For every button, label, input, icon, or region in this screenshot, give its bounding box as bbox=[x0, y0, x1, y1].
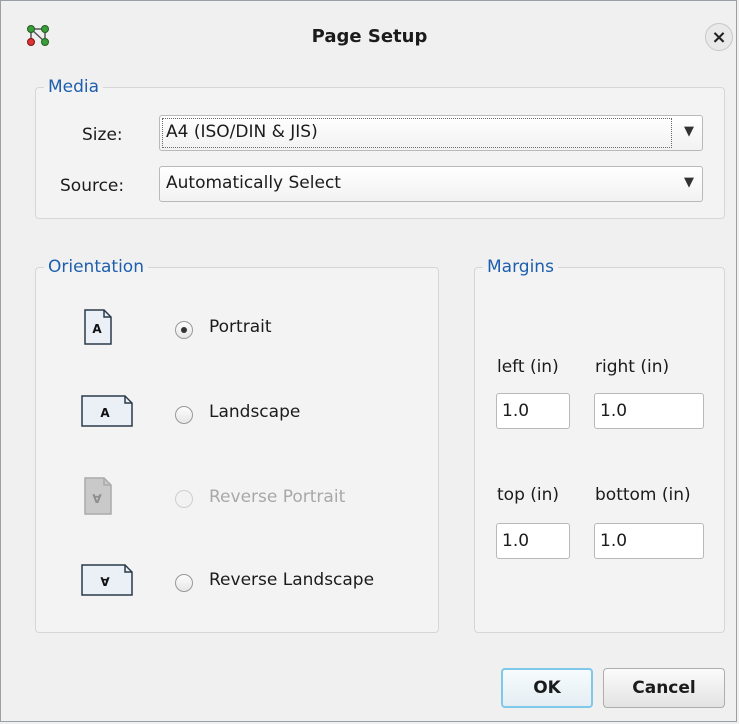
source-label: Source: bbox=[60, 176, 125, 196]
cancel-button[interactable]: Cancel bbox=[603, 668, 725, 708]
left-margin-label: left (in) bbox=[497, 357, 559, 377]
landscape-page-icon: A bbox=[81, 395, 133, 427]
left-margin-field[interactable] bbox=[496, 393, 570, 429]
margins-group: Margins bbox=[474, 257, 725, 633]
right-margin-label: right (in) bbox=[595, 357, 670, 377]
top-margin-input[interactable] bbox=[502, 526, 568, 556]
reverse-portrait-label: Reverse Portrait bbox=[209, 487, 346, 507]
orientation-legend: Orientation bbox=[48, 257, 144, 277]
reverse-portrait-radio bbox=[175, 490, 193, 508]
top-margin-label: top (in) bbox=[497, 485, 560, 505]
close-button[interactable]: × bbox=[705, 23, 733, 51]
landscape-radio[interactable] bbox=[175, 406, 193, 424]
reverse-landscape-radio[interactable] bbox=[175, 574, 193, 592]
portrait-label[interactable]: Portrait bbox=[209, 317, 272, 337]
portrait-icon-glyph: A bbox=[92, 322, 102, 336]
reverse-portrait-icon-glyph: ∀ bbox=[92, 492, 102, 506]
page-setup-dialog: Page Setup × Media Size: A4 (ISO/DIN & J… bbox=[0, 0, 737, 722]
bottom-margin-label: bottom (in) bbox=[595, 485, 691, 505]
left-margin-input[interactable] bbox=[502, 396, 568, 426]
right-margin-field[interactable] bbox=[594, 393, 704, 429]
margins-legend: Margins bbox=[487, 257, 554, 277]
reverse-landscape-icon-glyph: ∀ bbox=[100, 575, 110, 589]
title-bar: Page Setup × bbox=[1, 1, 738, 65]
size-value: A4 (ISO/DIN & JIS) bbox=[166, 122, 318, 142]
reverse-landscape-page-icon: ∀ bbox=[81, 564, 133, 596]
reverse-landscape-label[interactable]: Reverse Landscape bbox=[209, 570, 374, 590]
chevron-down-icon: ▼ bbox=[684, 175, 694, 190]
reverse-portrait-page-icon: ∀ bbox=[84, 477, 112, 515]
ok-button[interactable]: OK bbox=[501, 668, 593, 708]
portrait-radio[interactable] bbox=[175, 321, 193, 339]
bottom-margin-field[interactable] bbox=[594, 523, 704, 559]
size-label: Size: bbox=[82, 125, 123, 145]
bottom-margin-input[interactable] bbox=[600, 526, 700, 556]
chevron-down-icon: ▼ bbox=[684, 124, 694, 139]
close-icon: × bbox=[711, 26, 727, 48]
right-margin-input[interactable] bbox=[600, 396, 700, 426]
media-legend: Media bbox=[48, 77, 100, 97]
top-margin-field[interactable] bbox=[496, 523, 570, 559]
portrait-page-icon: A bbox=[84, 309, 112, 345]
landscape-label[interactable]: Landscape bbox=[209, 402, 300, 422]
dialog-title: Page Setup bbox=[311, 26, 428, 47]
source-value: Automatically Select bbox=[166, 173, 341, 193]
source-dropdown[interactable]: Automatically Select ▼ bbox=[159, 166, 703, 202]
landscape-icon-glyph: A bbox=[100, 406, 110, 420]
size-dropdown[interactable]: A4 (ISO/DIN & JIS) ▼ bbox=[159, 115, 703, 151]
